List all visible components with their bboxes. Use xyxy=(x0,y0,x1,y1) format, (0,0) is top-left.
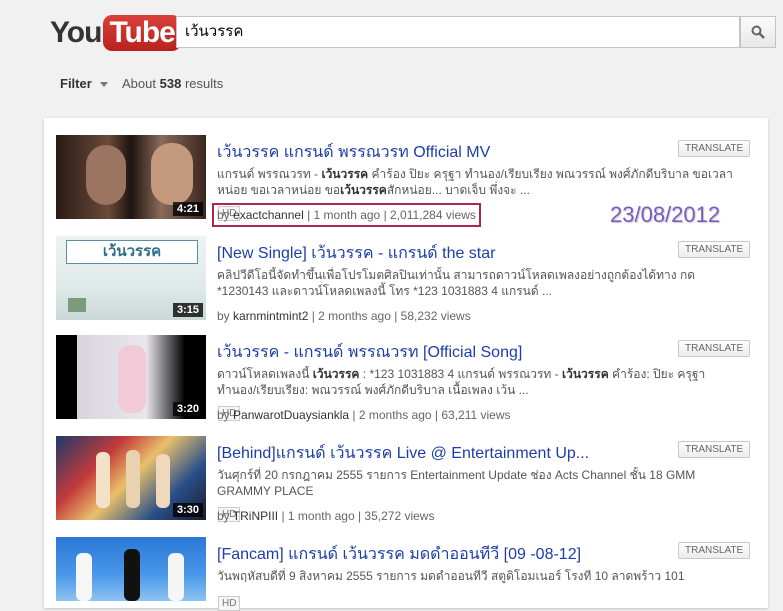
video-description: ดาวน์โหลดเพลงนี้ เว้นวรรค : *123 1031883… xyxy=(217,366,737,398)
result-item: 4:21 HD เว้นวรรค แกรนด์ พรรณวรท Official… xyxy=(56,118,756,227)
video-title[interactable]: [Fancam] แกรนด์ เว้นวรรค มดดำออนทีวี [09… xyxy=(217,542,581,567)
result-item: HD [Fancam] แกรนด์ เว้นวรรค มดดำออนทีวี … xyxy=(56,520,756,611)
logo-tube: Tube xyxy=(103,15,181,51)
date-stamp: 23/08/2012 xyxy=(610,202,721,227)
results-count: About 538 results xyxy=(122,76,223,91)
result-item: 3:30 HD [Behind]แกรนด์ เว้นวรรค Live @ E… xyxy=(56,419,756,523)
desc-part: : *123 1031883 4 แกรนด์ พรรณวรท - xyxy=(359,367,563,381)
video-title[interactable]: เว้นวรรค - แกรนด์ พรรณวรท [Official Song… xyxy=(217,340,522,365)
masthead: You Tube เว้นวรรค xyxy=(0,0,783,64)
desc-part: สักหน่อย... บาดเจ็บ พึ่งจะ ... xyxy=(386,183,530,197)
filter-label: Filter xyxy=(60,76,92,91)
desc-highlight: เว้นวรรค xyxy=(312,367,360,381)
result-item: เว้นวรรค 3:15 [New Single] เว้นวรรค - แก… xyxy=(56,219,756,323)
video-title[interactable]: [New Single] เว้นวรรค - แกรนด์ the star xyxy=(217,241,495,266)
translate-button[interactable]: TRANSLATE xyxy=(678,140,751,157)
filter-button[interactable]: Filter xyxy=(60,76,110,91)
hd-badge: HD xyxy=(218,596,241,611)
video-description: แกรนด์ พรรณวรท - เว้นวรรค คำร้อง ปิยะ คร… xyxy=(217,166,737,198)
video-description: คลิปวีดีโอนี้จัดทำขึ้นเพื่อโปรโมตศิลปินเ… xyxy=(217,268,695,298)
video-thumbnail[interactable] xyxy=(56,537,206,601)
video-thumbnail[interactable]: เว้นวรรค 3:15 xyxy=(56,236,206,320)
translate-button[interactable]: TRANSLATE xyxy=(678,241,751,258)
video-description: วันศุกร์ที่ 20 กรกฎาคม 2555 รายการ Enter… xyxy=(217,468,696,498)
video-thumbnail[interactable]: 3:20 xyxy=(56,335,206,419)
desc-highlight: เว้นวรรค xyxy=(321,167,369,181)
video-duration: 3:15 xyxy=(172,303,203,317)
results-number: 538 xyxy=(159,76,182,91)
video-title[interactable]: เว้นวรรค แกรนด์ พรรณวรท Official MV xyxy=(217,140,490,165)
video-duration: 3:30 xyxy=(172,503,203,517)
desc-highlight: เว้นวรรค xyxy=(562,367,609,381)
video-thumbnail[interactable]: 4:21 xyxy=(56,135,206,219)
results-suffix: results xyxy=(184,76,224,91)
translate-button[interactable]: TRANSLATE xyxy=(678,441,751,458)
video-thumbnail[interactable]: 3:30 xyxy=(56,436,206,520)
desc-highlight: เว้นวรรค xyxy=(340,183,387,197)
logo-you: You xyxy=(50,16,102,49)
desc-part: แกรนด์ พรรณวรท - xyxy=(217,167,322,181)
search-button[interactable] xyxy=(740,16,776,48)
result-item: 3:20 HD เว้นวรรค - แกรนด์ พรรณวรท [Offic… xyxy=(56,318,756,422)
translate-button[interactable]: TRANSLATE xyxy=(678,542,751,559)
results-list: 4:21 HD เว้นวรรค แกรนด์ พรรณวรท Official… xyxy=(44,118,768,611)
video-title[interactable]: [Behind]แกรนด์ เว้นวรรค Live @ Entertain… xyxy=(217,441,589,466)
video-duration: 3:20 xyxy=(172,402,203,416)
video-duration: 4:21 xyxy=(172,202,203,216)
youtube-logo[interactable]: You Tube xyxy=(50,14,181,52)
results-about: About xyxy=(122,76,156,91)
search-input[interactable]: เว้นวรรค xyxy=(176,16,740,48)
translate-button[interactable]: TRANSLATE xyxy=(678,340,751,357)
search-icon xyxy=(751,25,765,39)
video-description: วันพฤหัสบดีที่ 9 สิงหาคม 2555 รายการ มดด… xyxy=(217,569,685,583)
chevron-down-icon xyxy=(99,82,108,88)
desc-part: ดาวน์โหลดเพลงนี้ xyxy=(217,367,313,381)
